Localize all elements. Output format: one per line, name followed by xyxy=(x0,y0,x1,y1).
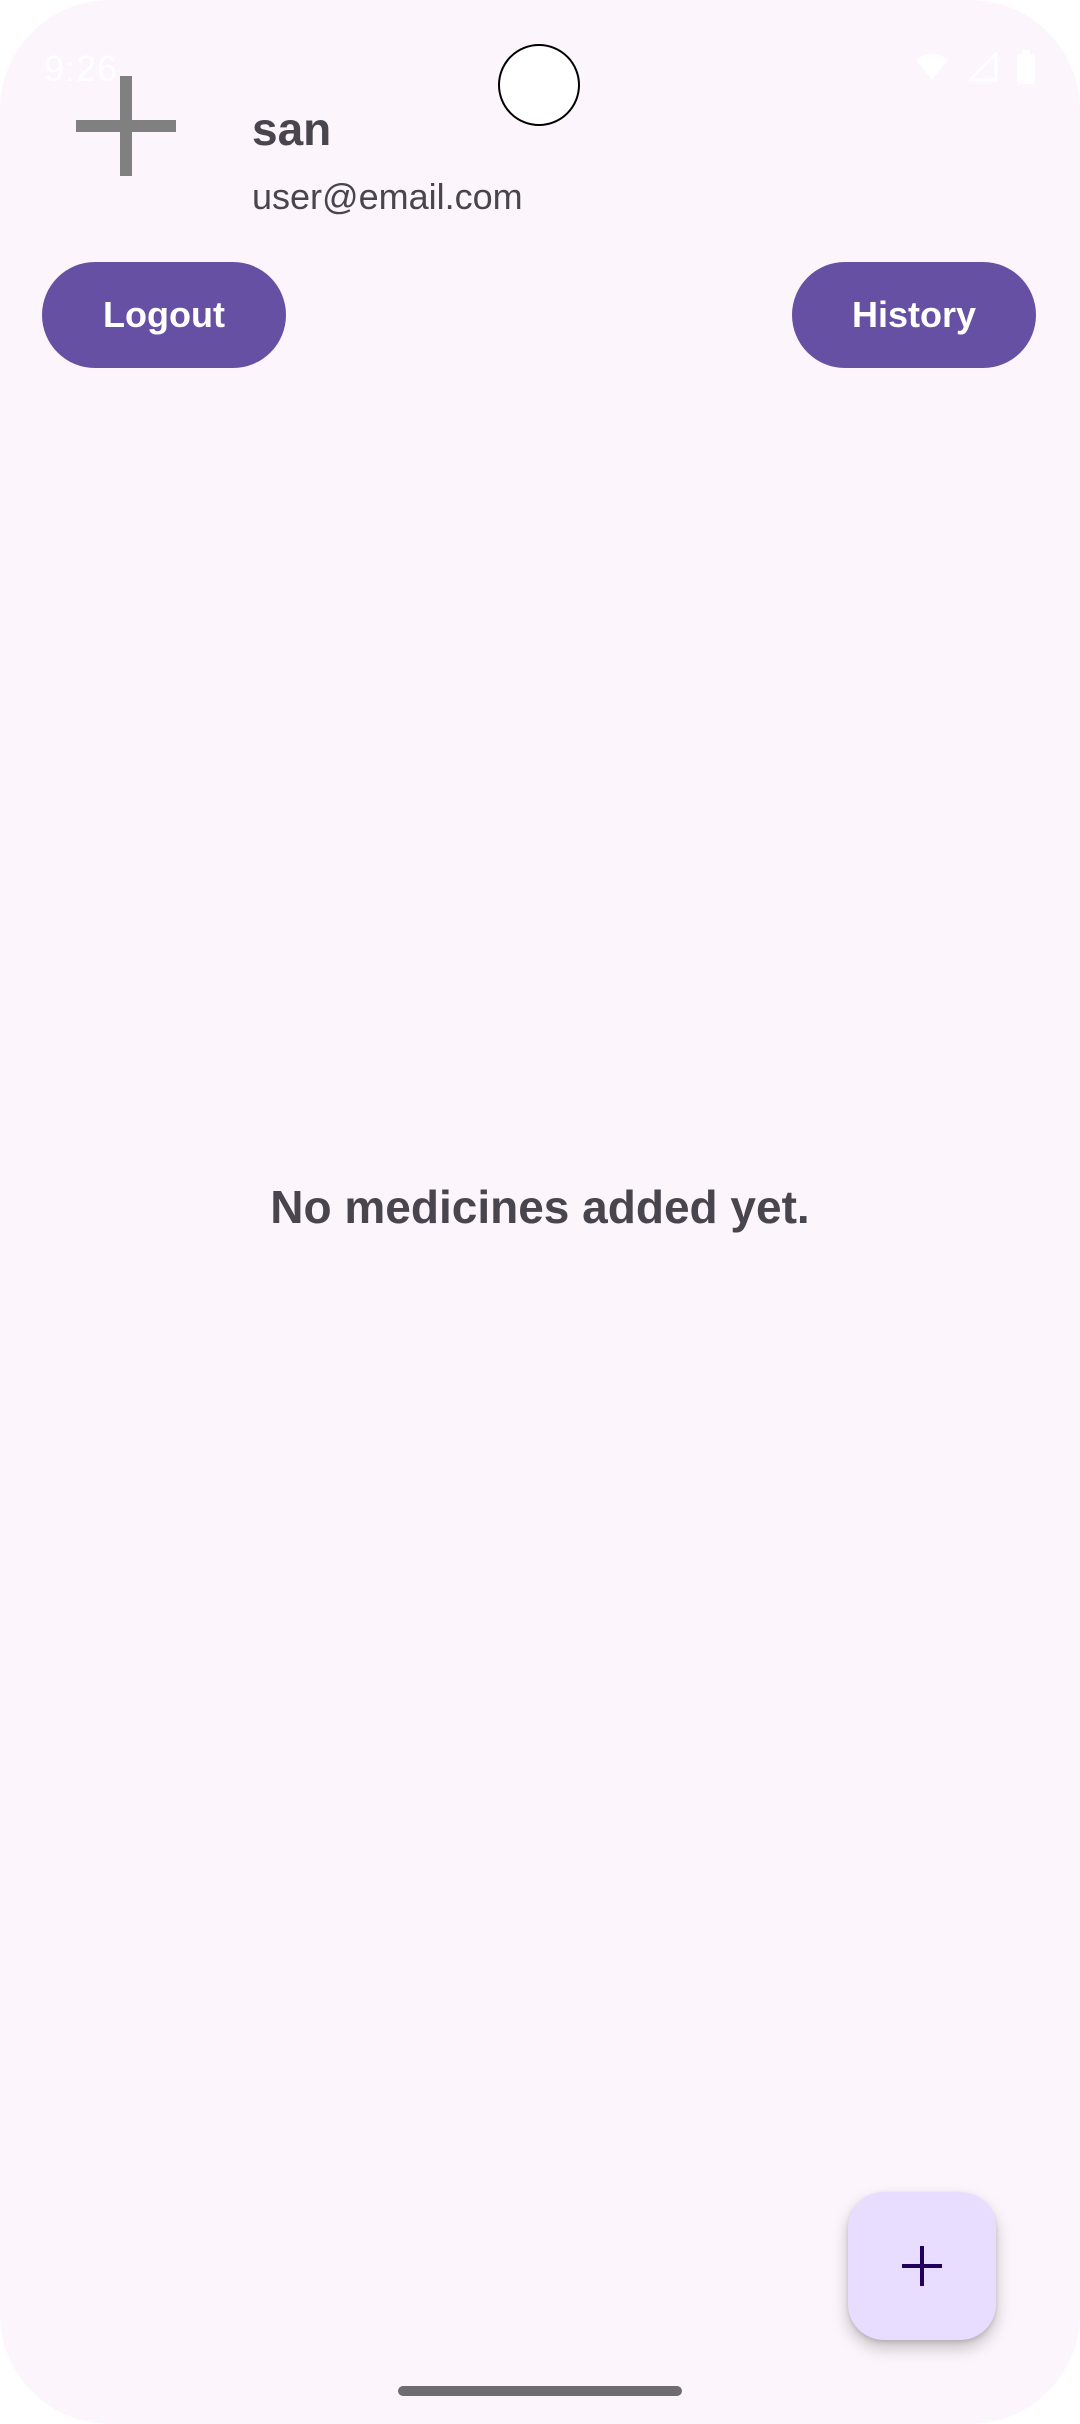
add-icon xyxy=(902,2246,942,2286)
wifi-icon xyxy=(916,54,948,80)
logout-button[interactable]: Logout xyxy=(42,262,286,368)
plus-icon xyxy=(76,76,176,176)
history-button[interactable]: History xyxy=(792,262,1036,368)
add-medicine-fab[interactable] xyxy=(848,2192,996,2340)
camera-cutout xyxy=(498,44,580,126)
battery-icon xyxy=(1017,50,1035,84)
gesture-nav-handle[interactable] xyxy=(398,2386,682,2396)
app-screen: 9:26 san user@email.com Logout History N… xyxy=(0,0,1080,2424)
user-email: user@email.com xyxy=(252,176,523,217)
user-name: san xyxy=(252,103,332,155)
status-icons xyxy=(914,50,1036,84)
empty-state-message: No medicines added yet. xyxy=(270,1181,810,1233)
signal-icon xyxy=(968,52,998,82)
